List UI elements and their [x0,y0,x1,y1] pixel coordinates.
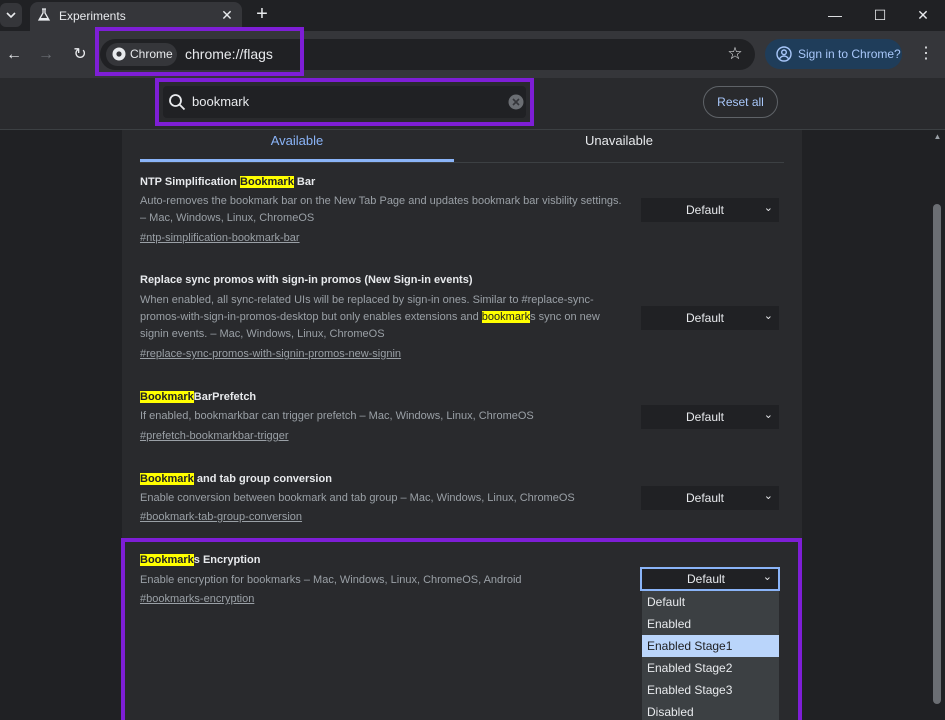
flag-title: NTP Simplification Bookmark Bar [140,176,315,188]
search-match: Bookmark [140,391,194,403]
tab-search-button[interactable] [0,3,22,27]
back-icon[interactable]: ← [4,45,24,65]
flag-select-value: Default [685,203,725,217]
flag-select-value: Default [685,311,725,325]
search-match: Bookmark [140,473,194,485]
flag-link[interactable]: #prefetch-bookmarkbar-trigger [140,430,289,442]
flag-title-text: NTP Simplification [140,176,241,188]
search-match: bookmark [481,311,531,323]
more-menu-icon[interactable]: ⋮ [918,43,934,65]
scroll-up-arrow-icon[interactable]: ▲ [933,132,942,141]
flag-description: If enabled, bookmarkbar can trigger pref… [140,410,534,422]
annotation-box-flag [121,538,802,720]
flag-description: Enable conversion between bookmark and t… [140,492,575,504]
new-tab-button[interactable]: + [252,4,272,24]
window-close-icon[interactable]: ✕ [903,4,943,26]
sign-in-label: Sign in to Chrome? [798,47,901,61]
tab-title: Experiments [59,9,126,23]
flag-title-text: Bar [293,176,316,188]
flag-title: BookmarkBarPrefetch [140,391,256,403]
minimize-icon[interactable]: — [815,4,855,26]
active-tab-indicator [140,159,454,162]
flag-link[interactable]: #replace-sync-promos-with-signin-promos-… [140,348,401,360]
flag-title-text: BarPrefetch [193,391,257,403]
flag-title: Bookmark and tab group conversion [140,473,332,485]
forward-icon[interactable]: → [36,45,56,65]
flag-title: Replace sync promos with sign-in promos … [140,274,473,286]
bookmark-star-icon[interactable]: ☆ [725,43,745,65]
flask-icon [37,8,51,21]
chevron-down-icon: ⌄ [763,310,773,322]
flag-link[interactable]: #bookmark-tab-group-conversion [140,511,302,523]
scrollbar-thumb[interactable] [933,204,941,704]
chevron-down-icon: ⌄ [763,490,773,502]
account-icon [776,46,792,62]
annotation-box-url [95,27,304,76]
flag-link[interactable]: #ntp-simplification-bookmark-bar [140,232,300,244]
flag-select[interactable]: Default ⌄ [641,405,779,429]
flag-select-value: Default [685,410,725,424]
chevron-down-icon: ⌄ [763,409,773,421]
tab-unavailable[interactable]: Unavailable [466,133,772,159]
chevron-down-icon: ⌄ [763,202,773,214]
flag-select[interactable]: Default ⌄ [641,198,779,222]
flag-select-value: Default [685,491,725,505]
chevron-down-icon [6,11,16,18]
tab-available[interactable]: Available [140,133,454,159]
maximize-icon[interactable]: ☐ [860,4,900,26]
search-match: Bookmark [240,176,294,188]
close-tab-icon[interactable]: ✕ [219,7,235,23]
flag-description: Auto-removes the bookmark bar on the New… [140,195,622,224]
flag-select[interactable]: Default ⌄ [641,486,779,510]
flag-select[interactable]: Default ⌄ [641,306,779,330]
annotation-box-search [155,78,534,126]
reset-all-button[interactable]: Reset all [703,86,778,118]
flag-title-text: and tab group conversion [193,473,332,485]
reload-icon[interactable]: ↻ [70,45,90,65]
flag-description: When enabled, all sync-related UIs will … [140,292,630,343]
